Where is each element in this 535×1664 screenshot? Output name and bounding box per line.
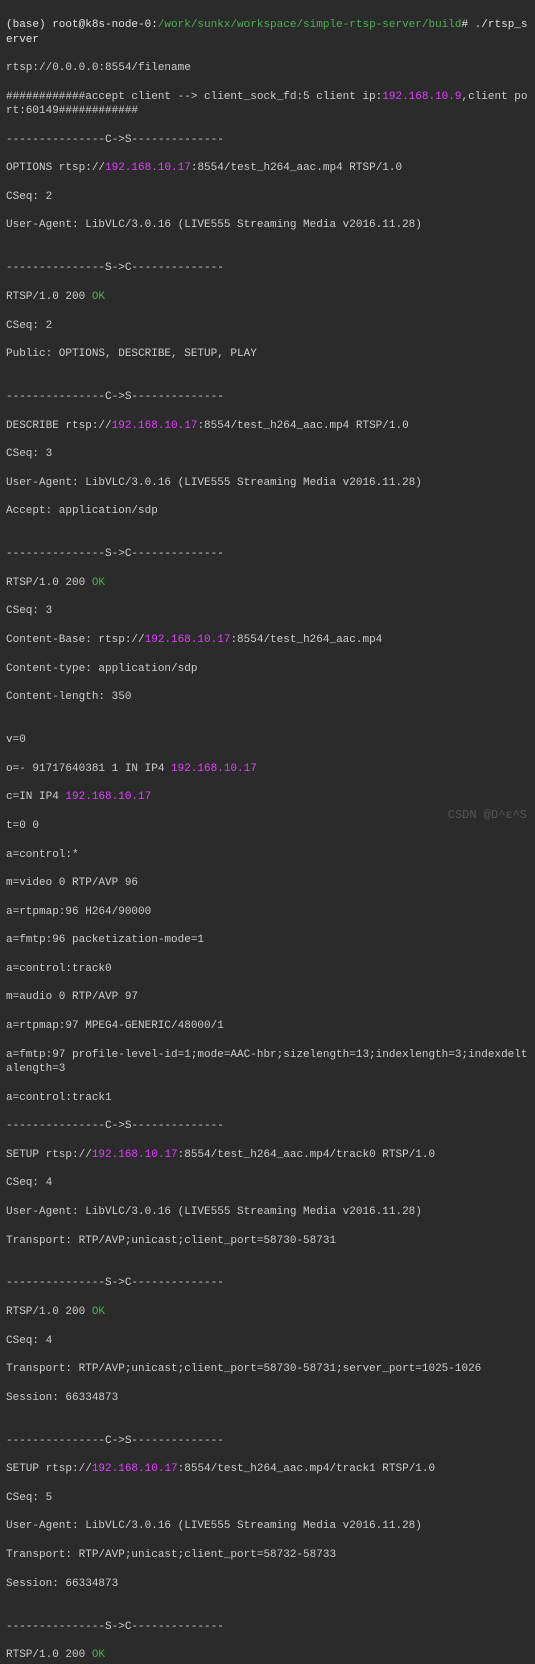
server-ip: 192.168.10.17 bbox=[92, 1149, 178, 1161]
cseq: CSeq: 3 bbox=[6, 447, 529, 461]
server-ip: 192.168.10.17 bbox=[92, 1463, 178, 1475]
setup1-prefix: SETUP rtsp:// bbox=[6, 1463, 92, 1475]
describe-prefix: DESCRIBE rtsp:// bbox=[6, 420, 112, 432]
public: Public: OPTIONS, DESCRIBE, SETUP, PLAY bbox=[6, 347, 529, 361]
cseq: CSeq: 4 bbox=[6, 1334, 529, 1348]
client-ip: 192.168.10.9 bbox=[382, 91, 461, 103]
server-ip: 192.168.10.17 bbox=[105, 162, 191, 174]
sdp-a-fmtp-v: a=fmtp:96 packetization-mode=1 bbox=[6, 933, 529, 947]
rtsp-200-prefix: RTSP/1.0 200 bbox=[6, 1306, 92, 1318]
prompt-path: /work/sunkx/workspace/simple-rtsp-server… bbox=[158, 19, 462, 31]
cseq: CSeq: 3 bbox=[6, 604, 529, 618]
sdp-a-rtpmap-a: a=rtpmap:97 MPEG4-GENERIC/48000/1 bbox=[6, 1019, 529, 1033]
divider-sc: ---------------S->C-------------- bbox=[6, 1620, 529, 1634]
divider-sc: ---------------S->C-------------- bbox=[6, 261, 529, 275]
setup0-line: SETUP rtsp://192.168.10.17:8554/test_h26… bbox=[6, 1148, 529, 1162]
user-agent: User-Agent: LibVLC/3.0.16 (LIVE555 Strea… bbox=[6, 1519, 529, 1533]
sdp-a-rtpmap-v: a=rtpmap:96 H264/90000 bbox=[6, 905, 529, 919]
accept-sdp: Accept: application/sdp bbox=[6, 504, 529, 518]
sdp-o: o=- 91717640381 1 IN IP4 192.168.10.17 bbox=[6, 762, 529, 776]
divider-cs: ---------------C->S-------------- bbox=[6, 1434, 529, 1448]
options-suffix: :8554/test_h264_aac.mp4 RTSP/1.0 bbox=[191, 162, 402, 174]
session: Session: 66334873 bbox=[6, 1391, 529, 1405]
rtsp-200-prefix: RTSP/1.0 200 bbox=[6, 1649, 92, 1661]
setup1-suffix: :8554/test_h264_aac.mp4/track1 RTSP/1.0 bbox=[178, 1463, 435, 1475]
describe-line: DESCRIBE rtsp://192.168.10.17:8554/test_… bbox=[6, 419, 529, 433]
cseq: CSeq: 4 bbox=[6, 1176, 529, 1190]
setup1-line: SETUP rtsp://192.168.10.17:8554/test_h26… bbox=[6, 1462, 529, 1476]
sdp-o-prefix: o=- 91717640381 1 IN IP4 bbox=[6, 763, 171, 775]
cseq: CSeq: 2 bbox=[6, 319, 529, 333]
rtsp-200: RTSP/1.0 200 OK bbox=[6, 1648, 529, 1662]
user-agent: User-Agent: LibVLC/3.0.16 (LIVE555 Strea… bbox=[6, 476, 529, 490]
rtsp-url: rtsp://0.0.0.0:8554/filename bbox=[6, 61, 529, 75]
sdp-a-control: a=control:* bbox=[6, 848, 529, 862]
rtsp-200: RTSP/1.0 200 OK bbox=[6, 1305, 529, 1319]
divider-cs: ---------------C->S-------------- bbox=[6, 390, 529, 404]
transport1: Transport: RTP/AVP;unicast;client_port=5… bbox=[6, 1548, 529, 1562]
server-ip: 192.168.10.17 bbox=[65, 791, 151, 803]
rtsp-200-prefix: RTSP/1.0 200 bbox=[6, 577, 92, 589]
prompt-prefix: (base) root@k8s-node-0: bbox=[6, 19, 158, 31]
divider-sc: ---------------S->C-------------- bbox=[6, 547, 529, 561]
accept-prefix: ############accept client --> client_soc… bbox=[6, 91, 382, 103]
content-type: Content-type: application/sdp bbox=[6, 662, 529, 676]
server-ip: 192.168.10.17 bbox=[112, 420, 198, 432]
accept-client-line: ############accept client --> client_soc… bbox=[6, 90, 529, 119]
content-length: Content-length: 350 bbox=[6, 690, 529, 704]
sdp-c: c=IN IP4 192.168.10.17 bbox=[6, 790, 529, 804]
cseq: CSeq: 5 bbox=[6, 1491, 529, 1505]
session: Session: 66334873 bbox=[6, 1577, 529, 1591]
server-ip: 192.168.10.17 bbox=[171, 763, 257, 775]
setup0-prefix: SETUP rtsp:// bbox=[6, 1149, 92, 1161]
sdp-v: v=0 bbox=[6, 733, 529, 747]
sdp-m-audio: m=audio 0 RTP/AVP 97 bbox=[6, 990, 529, 1004]
watermark: CSDN @D^ε^S bbox=[448, 808, 527, 824]
divider-cs: ---------------C->S-------------- bbox=[6, 133, 529, 147]
server-ip: 192.168.10.17 bbox=[145, 634, 231, 646]
terminal-output: (base) root@k8s-node-0:/work/sunkx/works… bbox=[6, 4, 529, 1664]
content-base-prefix: Content-Base: rtsp:// bbox=[6, 634, 145, 646]
setup0-suffix: :8554/test_h264_aac.mp4/track0 RTSP/1.0 bbox=[178, 1149, 435, 1161]
ok: OK bbox=[92, 291, 105, 303]
ok: OK bbox=[92, 577, 105, 589]
transport0-resp: Transport: RTP/AVP;unicast;client_port=5… bbox=[6, 1362, 529, 1376]
sdp-a-control-t0: a=control:track0 bbox=[6, 962, 529, 976]
transport0: Transport: RTP/AVP;unicast;client_port=5… bbox=[6, 1234, 529, 1248]
ok: OK bbox=[92, 1306, 105, 1318]
user-agent: User-Agent: LibVLC/3.0.16 (LIVE555 Strea… bbox=[6, 1205, 529, 1219]
rtsp-200: RTSP/1.0 200 OK bbox=[6, 576, 529, 590]
rtsp-200-prefix: RTSP/1.0 200 bbox=[6, 291, 92, 303]
sdp-a-fmtp-a: a=fmtp:97 profile-level-id=1;mode=AAC-hb… bbox=[6, 1048, 529, 1077]
options-prefix: OPTIONS rtsp:// bbox=[6, 162, 105, 174]
sdp-m-video: m=video 0 RTP/AVP 96 bbox=[6, 876, 529, 890]
sdp-c-prefix: c=IN IP4 bbox=[6, 791, 65, 803]
content-base: Content-Base: rtsp://192.168.10.17:8554/… bbox=[6, 633, 529, 647]
cseq: CSeq: 2 bbox=[6, 190, 529, 204]
ok: OK bbox=[92, 1649, 105, 1661]
divider-cs: ---------------C->S-------------- bbox=[6, 1119, 529, 1133]
options-line: OPTIONS rtsp://192.168.10.17:8554/test_h… bbox=[6, 161, 529, 175]
user-agent: User-Agent: LibVLC/3.0.16 (LIVE555 Strea… bbox=[6, 218, 529, 232]
describe-suffix: :8554/test_h264_aac.mp4 RTSP/1.0 bbox=[197, 420, 408, 432]
prompt-line: (base) root@k8s-node-0:/work/sunkx/works… bbox=[6, 18, 529, 47]
divider-sc: ---------------S->C-------------- bbox=[6, 1276, 529, 1290]
content-base-suffix: :8554/test_h264_aac.mp4 bbox=[230, 634, 382, 646]
rtsp-200: RTSP/1.0 200 OK bbox=[6, 290, 529, 304]
sdp-a-control-t1: a=control:track1 bbox=[6, 1091, 529, 1105]
